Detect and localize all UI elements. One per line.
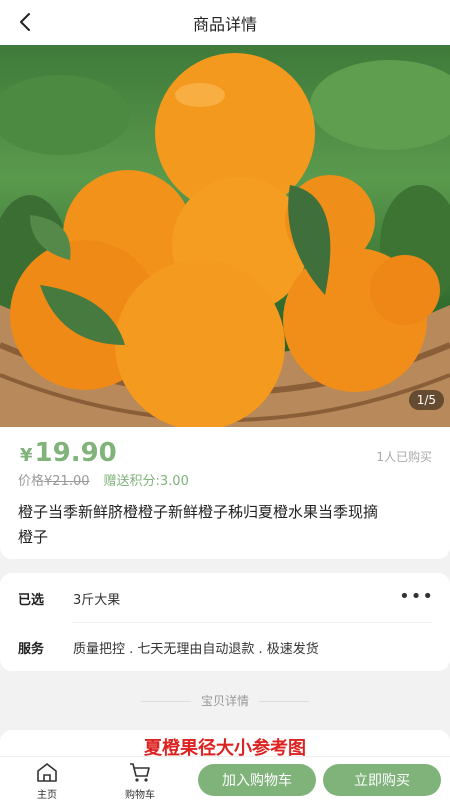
currency-symbol: ¥ <box>20 445 33 466</box>
sold-count: 1人已购买 <box>376 450 432 464</box>
bonus-points: 赠送积分:3.00 <box>103 474 189 489</box>
selected-label: 已选 <box>18 593 45 608</box>
page-title: 商品详情 <box>192 14 257 34</box>
cart-icon <box>130 763 150 782</box>
tab-home[interactable]: 主页 <box>17 757 77 801</box>
chevron-left-icon <box>20 13 30 31</box>
buy-now-button[interactable]: 立即购买 <box>323 764 441 796</box>
detail-section-label: 宝贝详情 <box>0 692 450 709</box>
service-value: 质量把控 . 七天无理由自动退款 . 极速发货 <box>73 642 319 657</box>
selected-value: 3斤大果 <box>73 593 121 608</box>
tab-home-label: 主页 <box>37 790 57 801</box>
selected-spec-row[interactable]: 已选 3斤大果 ••• <box>0 574 450 623</box>
tab-cart[interactable]: 购物车 <box>110 757 170 801</box>
back-button[interactable] <box>14 10 38 34</box>
orange-basket-image <box>0 53 450 427</box>
home-icon <box>37 763 57 782</box>
tab-cart-label: 购物车 <box>125 790 155 801</box>
service-row: 服务 质量把控 . 七天无理由自动退款 . 极速发货 <box>0 623 450 672</box>
original-price: ¥21.00 <box>44 474 90 489</box>
original-price-label: 价格 <box>18 474 45 489</box>
header-bar: 商品详情 <box>0 0 450 45</box>
more-options-icon[interactable]: ••• <box>399 586 434 607</box>
service-label: 服务 <box>18 642 45 657</box>
add-to-cart-button[interactable]: 加入购物车 <box>198 764 316 796</box>
product-image-carousel[interactable] <box>0 45 450 427</box>
image-pager-indicator: 1/5 <box>408 390 444 410</box>
price-value: 19.90 <box>34 438 117 468</box>
product-name: 橙子当季新鲜脐橙橙子新鲜橙子秭归夏橙水果当季现摘橙子 <box>18 503 379 546</box>
price-info-row: 价格¥21.00 赠送积分:3.00 <box>18 470 189 489</box>
current-price: ¥19.90 <box>20 438 117 468</box>
